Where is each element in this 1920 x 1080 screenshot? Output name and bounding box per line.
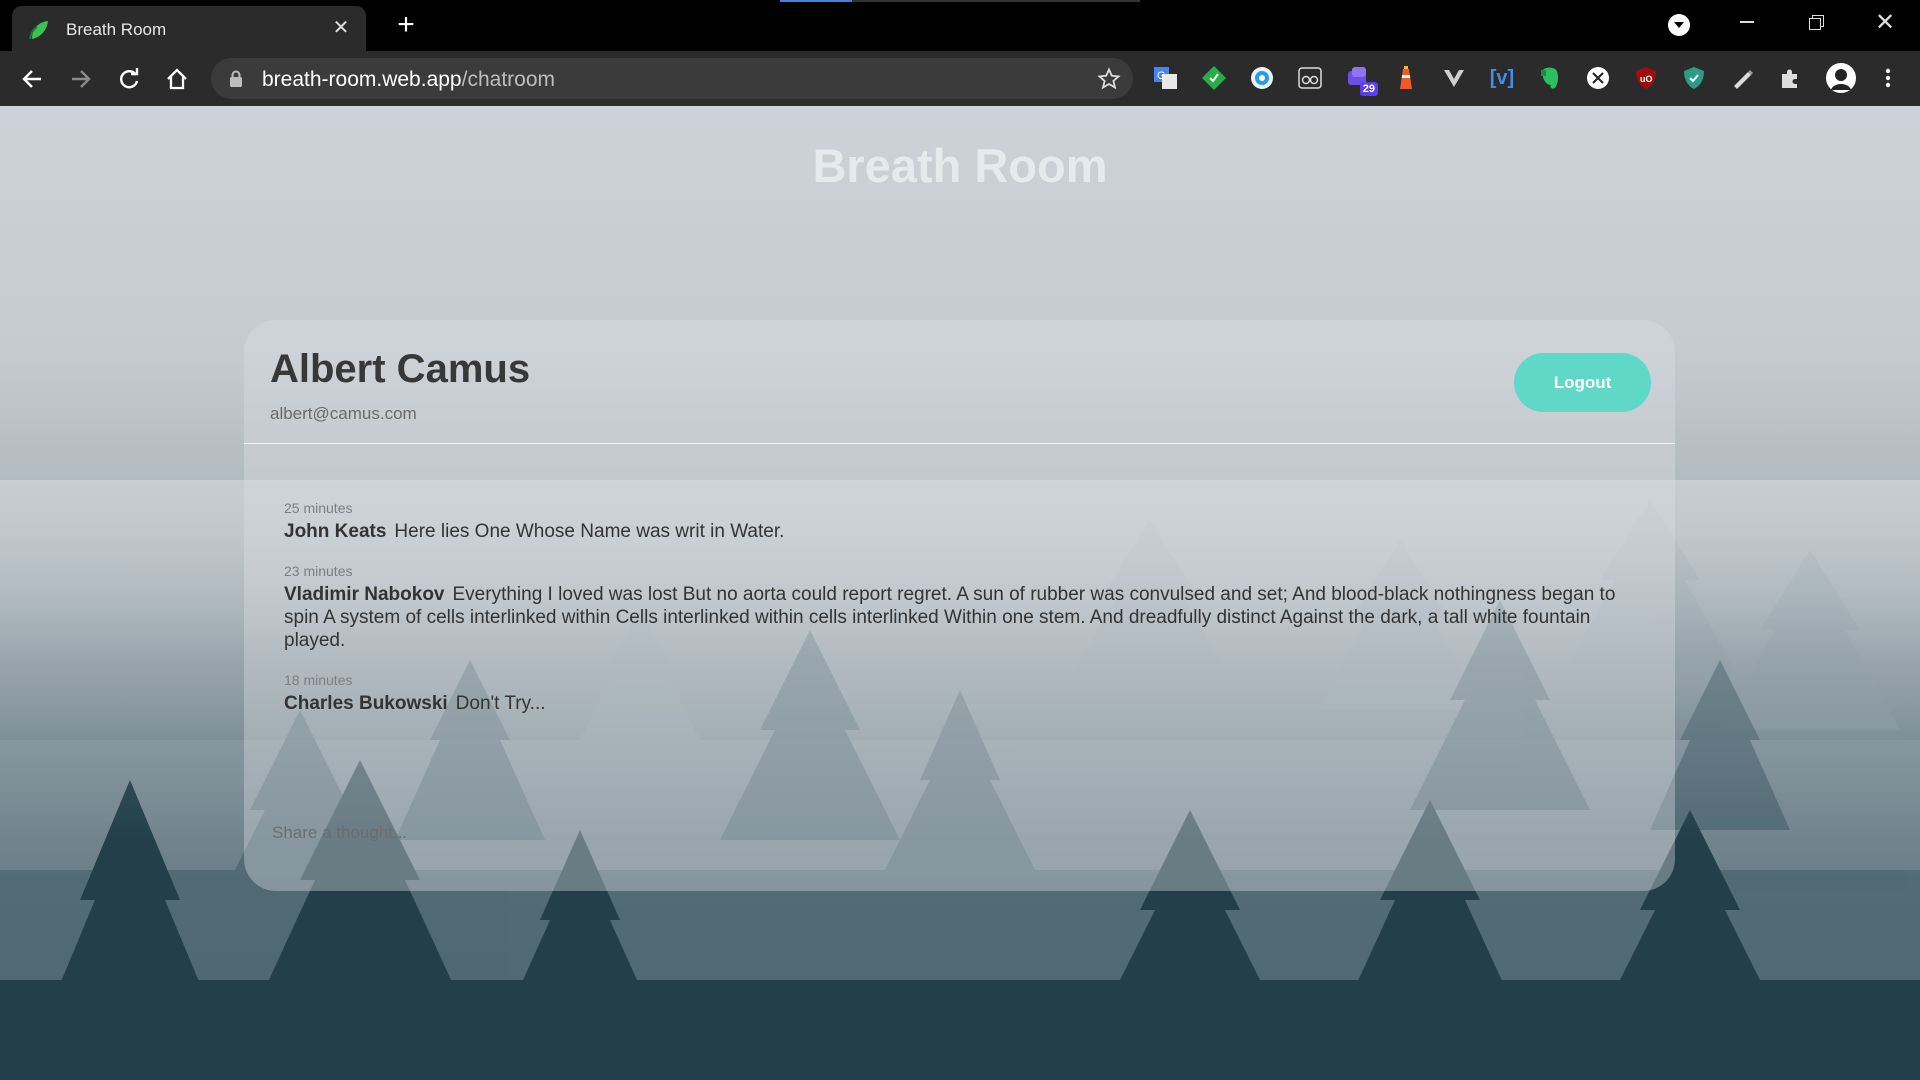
message-body: Vladimir Nabokov Everything I loved was l… [284,583,1644,652]
message-time: 18 minutes [284,672,353,688]
message-body: John Keats Here lies One Whose Name was w… [284,520,1644,543]
vue-devtools-icon[interactable]: [v] [1488,64,1516,92]
message-item: 18 minutes Charles Bukowski Don't Try... [284,672,1644,715]
message-item: 25 minutes John Keats Here lies One Whose… [284,500,1644,543]
evernote-icon[interactable] [1536,64,1564,92]
address-bar[interactable]: breath-room.web.app/chatroom [211,58,1133,99]
logout-button[interactable]: Logout [1514,353,1651,412]
reload-icon [120,68,139,89]
arrow-right-icon [72,70,91,88]
url-text: breath-room.web.app/chatroom [262,68,555,92]
url-path: /chatroom [461,68,555,91]
browser-toolbar: breath-room.web.app/chatroom G 29 [v] uO [0,51,1920,106]
message-list: 25 minutes John Keats Here lies One Whose… [284,500,1644,735]
message-time: 23 minutes [284,563,353,579]
reload-button[interactable] [114,64,144,94]
page-background: Breath Room Albert Camus albert@camus.co… [0,106,1920,1080]
user-email: albert@camus.com [270,404,417,423]
tab-search-icon[interactable] [1668,14,1690,36]
home-button[interactable] [162,64,192,94]
share-thought-input[interactable] [270,817,1474,849]
globe-extension-icon[interactable] [1248,64,1276,92]
ublock-origin-icon[interactable]: uO [1632,64,1660,92]
chat-card: Albert Camus albert@camus.com Logout 25 … [244,320,1675,891]
message-item: 23 minutes Vladimir Nabokov Everything I … [284,563,1644,652]
message-author: Vladimir Nabokov [284,584,445,605]
x-circle-extension-icon[interactable] [1584,64,1612,92]
browser-tab[interactable]: Breath Room ✕ [12,6,366,51]
arrow-left-icon [22,70,41,88]
shield-extension-icon[interactable] [1680,64,1708,92]
restore-button[interactable] [1793,8,1839,38]
leaf-favicon-icon [28,19,50,46]
user-name: Albert Camus [270,347,531,391]
google-translate-icon[interactable]: G [1152,64,1180,92]
tabs-counter-icon[interactable]: 29 [1344,64,1378,96]
message-text: Everything I loved was lost But no aorta… [284,584,1616,651]
message-time: 25 minutes [284,500,353,516]
message-body: Charles Bukowski Don't Try... [284,692,1644,715]
tab-title: Breath Room [66,20,167,39]
puzzle-extensions-icon[interactable] [1776,64,1804,92]
svg-text:uO: uO [1640,74,1653,84]
back-button[interactable] [17,64,47,94]
tab-strip: Breath Room ✕ + ✕ [0,0,1920,51]
kebab-menu-icon[interactable] [1874,64,1902,92]
forward-button[interactable] [66,64,96,94]
message-author: John Keats [284,521,387,542]
lighthouse-icon[interactable] [1392,64,1420,92]
pen-extension-icon[interactable] [1728,64,1756,92]
message-text: Don't Try... [455,693,546,714]
bookmark-star-icon[interactable] [1097,67,1121,96]
lock-icon[interactable] [229,70,243,93]
vivaldi-v-icon[interactable] [1440,64,1468,92]
tabs-count-badge: 29 [1359,82,1378,96]
profile-avatar-icon[interactable] [1824,61,1858,95]
green-diamond-extension-icon[interactable] [1200,64,1228,92]
header-divider [244,443,1675,444]
message-text: Here lies One Whose Name was writ in Wat… [394,521,785,542]
close-window-button[interactable]: ✕ [1862,8,1908,38]
url-host: breath-room.web.app [262,68,462,91]
minimize-button[interactable] [1724,8,1770,38]
reader-glasses-icon[interactable] [1296,64,1324,92]
home-icon [167,68,187,90]
app-title: Breath Room [812,139,1108,192]
new-tab-button[interactable]: + [390,10,422,42]
loading-bar [780,0,1140,2]
svg-text:G: G [1157,70,1166,82]
message-author: Charles Bukowski [284,693,448,714]
tab-close-icon[interactable]: ✕ [328,15,354,41]
